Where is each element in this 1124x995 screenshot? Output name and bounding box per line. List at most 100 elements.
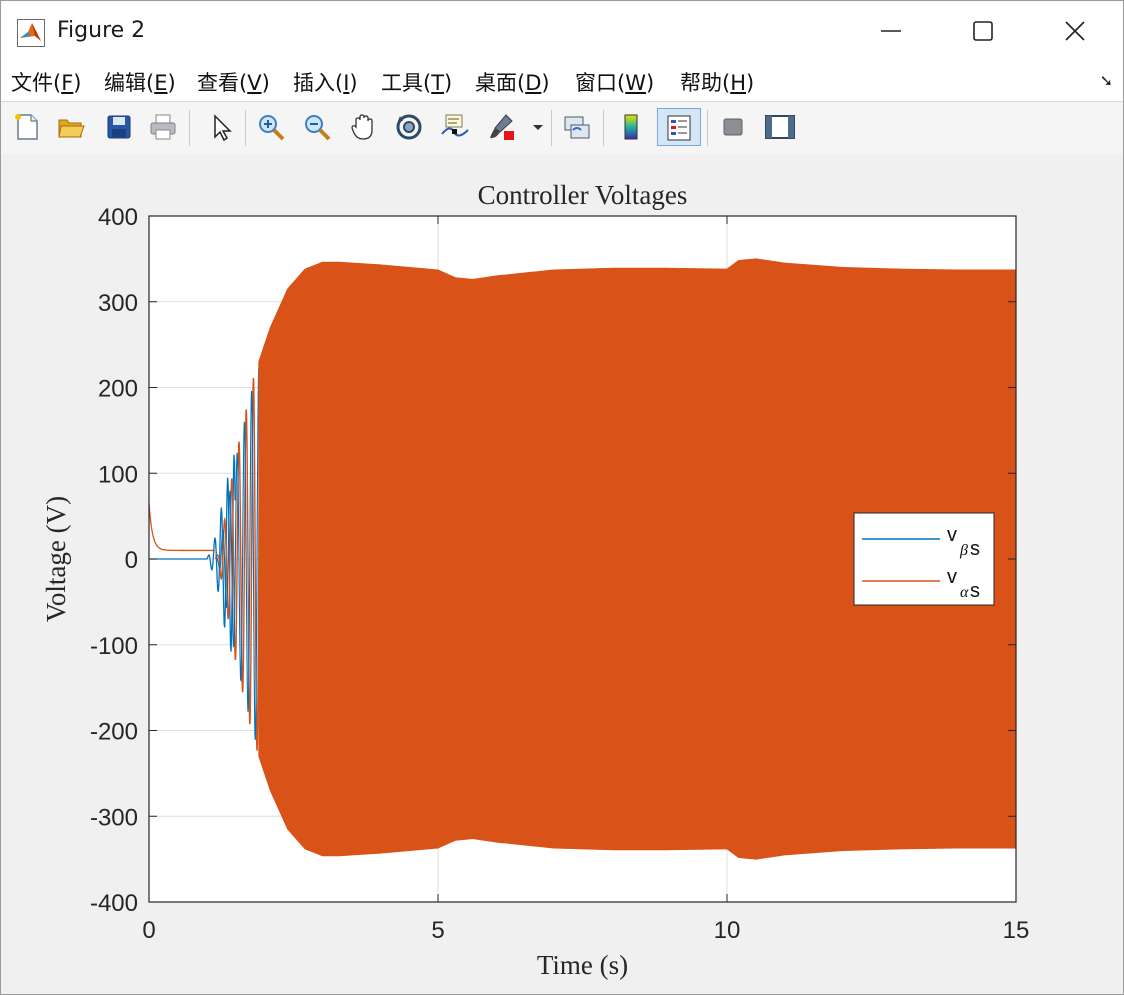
x-tick-label: 0 — [142, 917, 155, 944]
y-tick-label: -400 — [90, 890, 138, 917]
toolbar-separator — [551, 110, 552, 146]
x-tick-label: 5 — [431, 917, 444, 944]
y-tick-label: 200 — [98, 376, 138, 403]
matlab-logo-icon — [17, 19, 45, 47]
legend-label-main: v — [947, 566, 957, 588]
hide-plot-tools-button[interactable] — [715, 108, 751, 146]
menu-tools-key: T — [431, 71, 445, 95]
link-plot-button[interactable] — [559, 108, 595, 146]
title-bar: Figure 2 — [1, 1, 1123, 61]
menu-tools-label: 工具( — [381, 71, 432, 95]
y-axis-label: Voltage (V) — [41, 496, 71, 622]
menu-help-key: H — [730, 71, 746, 95]
y-tick-label: 0 — [125, 547, 138, 574]
menu-view-key: V — [247, 71, 262, 95]
chart-title: Controller Voltages — [478, 180, 688, 210]
figure-toolbar — [1, 101, 1123, 155]
colorbar-button[interactable] — [613, 108, 649, 146]
menu-help[interactable]: 帮助(H) — [680, 67, 754, 97]
chevron-down-icon — [533, 125, 543, 130]
new-figure-icon — [15, 114, 38, 140]
zoom-out-icon — [305, 115, 331, 141]
menu-insert[interactable]: 插入(I) — [293, 67, 358, 97]
menu-bar: 文件(F) 编辑(E) 查看(V) 插入(I) 工具(T) 桌面(D) 窗口(W… — [1, 61, 1123, 101]
y-tick-label: 300 — [98, 290, 138, 317]
data-cursor-button[interactable] — [437, 108, 473, 146]
menu-window-label: 窗口( — [575, 71, 626, 95]
print-button[interactable] — [145, 108, 181, 146]
maximize-icon — [973, 21, 993, 41]
close-button[interactable] — [1029, 1, 1121, 61]
menu-tools-tail: ) — [444, 71, 453, 95]
toolbar-separator — [707, 110, 708, 146]
x-tick-label: 10 — [714, 917, 741, 944]
edit-plot-pointer-icon — [214, 114, 232, 142]
legend-label-tail: s — [970, 538, 980, 560]
controller-voltages-chart[interactable]: 0 5 10 15 400 300 200 100 0 -100 -200 -300 -400 Contr… — [1, 154, 1123, 994]
toolbar-separator — [245, 110, 246, 146]
pan-button[interactable] — [345, 108, 381, 146]
menu-insert-label: 插入( — [293, 71, 344, 95]
legend-label-tail: s — [970, 580, 980, 602]
brush-dropdown-button[interactable] — [529, 108, 547, 146]
menu-insert-tail: ) — [349, 71, 358, 95]
save-button[interactable] — [101, 108, 137, 146]
close-icon — [1065, 21, 1085, 41]
edit-plot-button[interactable] — [203, 108, 239, 146]
menu-edit-label: 编辑( — [104, 71, 155, 95]
y-tick-label: -300 — [90, 804, 138, 831]
menu-file-key: F — [61, 71, 74, 95]
menu-file-tail: ) — [73, 71, 82, 95]
y-tick-label: 400 — [98, 204, 138, 231]
hide-plot-tools-icon — [723, 118, 743, 136]
data-cursor-icon — [441, 114, 469, 137]
menu-desktop-tail: ) — [541, 71, 550, 95]
rotate-3d-button[interactable] — [391, 108, 427, 146]
legend-label-subscript: α — [960, 584, 969, 601]
menu-window-tail: ) — [645, 71, 655, 95]
window-title: Figure 2 — [57, 18, 146, 43]
show-plot-tools-button[interactable] — [761, 108, 797, 146]
menu-edit[interactable]: 编辑(E) — [104, 67, 176, 97]
rotate-3d-icon — [396, 114, 422, 140]
y-tick-label: -200 — [90, 719, 138, 746]
menu-desktop-key: D — [525, 71, 542, 95]
brush-button[interactable] — [483, 108, 519, 146]
minimize-button[interactable] — [845, 1, 937, 61]
menu-file[interactable]: 文件(F) — [11, 67, 82, 97]
menu-tools[interactable]: 工具(T) — [381, 67, 452, 97]
new-figure-button[interactable] — [9, 108, 45, 146]
x-tick-label: 15 — [1003, 917, 1030, 944]
zoom-out-button[interactable] — [299, 108, 335, 146]
menu-view[interactable]: 查看(V) — [197, 67, 270, 97]
legend-icon — [667, 115, 691, 141]
minimize-icon — [881, 30, 901, 32]
menu-edit-tail: ) — [167, 71, 176, 95]
dock-arrow-icon[interactable]: ➘ — [1100, 71, 1113, 91]
menu-desktop-label: 桌面( — [475, 71, 526, 95]
y-tick-label: -100 — [90, 633, 138, 660]
toolbar-separator — [189, 110, 190, 146]
brush-icon — [490, 114, 514, 140]
menu-help-tail: ) — [746, 71, 755, 95]
menu-view-label: 查看( — [197, 71, 248, 95]
open-file-icon — [58, 119, 85, 138]
x-axis-label: Time (s) — [537, 950, 628, 980]
legend-button[interactable] — [657, 108, 701, 146]
link-plot-icon — [564, 116, 590, 139]
menu-view-tail: ) — [261, 71, 270, 95]
figure-window: Figure 2 文件(F) 编辑(E) 查看(V) 插入(I) 工具(T) 桌… — [0, 0, 1124, 995]
save-icon — [107, 115, 131, 139]
menu-help-label: 帮助( — [680, 71, 731, 95]
toolbar-separator — [603, 110, 604, 146]
maximize-button[interactable] — [937, 1, 1029, 61]
zoom-in-button[interactable] — [253, 108, 289, 146]
colorbar-icon — [624, 114, 638, 140]
menu-edit-key: E — [154, 71, 168, 95]
open-file-button[interactable] — [53, 108, 89, 146]
menu-window[interactable]: 窗口(W) — [575, 67, 654, 97]
legend-label-main: v — [947, 524, 957, 546]
pan-hand-icon — [351, 114, 373, 140]
show-plot-tools-icon — [765, 115, 795, 139]
menu-desktop[interactable]: 桌面(D) — [475, 67, 550, 97]
